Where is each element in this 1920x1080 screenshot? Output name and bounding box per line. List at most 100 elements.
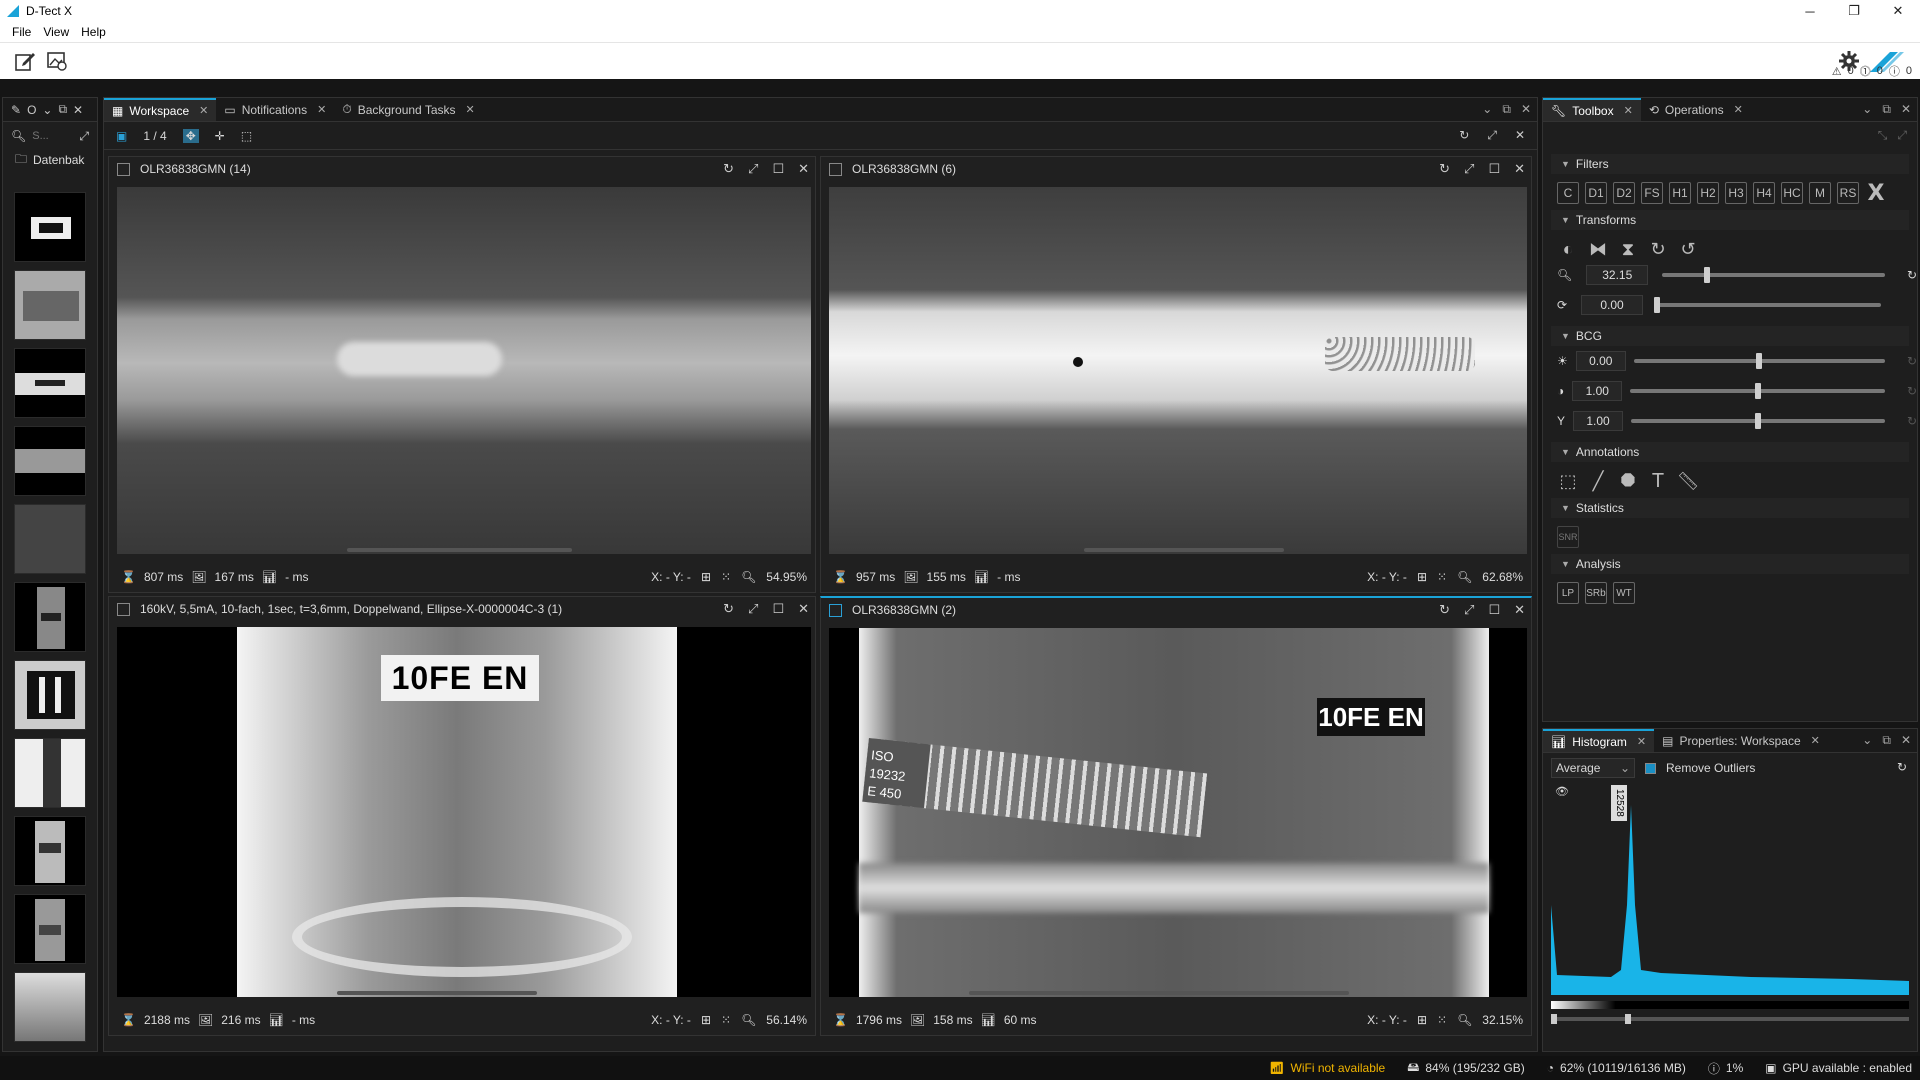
histogram-range-knob[interactable] xyxy=(1625,1014,1631,1024)
close-icon[interactable]: ✕ xyxy=(1734,103,1743,116)
rectangle-tool-icon[interactable]: ⬚ xyxy=(1557,470,1579,492)
close-icon[interactable]: ✕ xyxy=(466,103,475,116)
filter-c-button[interactable]: C xyxy=(1557,182,1579,204)
reset-icon[interactable]: ↻ xyxy=(1897,760,1907,774)
dots-grid-icon[interactable]: ⁙ xyxy=(721,570,731,584)
fit-icon[interactable]: ⤢ xyxy=(748,161,758,177)
close-icon[interactable]: ✕ xyxy=(1637,735,1646,748)
filter-h4-button[interactable]: H4 xyxy=(1753,182,1775,204)
tab-background-tasks[interactable]: ⏱ Background Tasks ✕ xyxy=(334,98,482,121)
rotate-ccw-icon[interactable]: ↺ xyxy=(1677,238,1699,260)
filter-rs-button[interactable]: RS xyxy=(1837,182,1859,204)
reset-icon[interactable]: ↻ xyxy=(723,161,734,177)
polygon-tool-icon[interactable]: ⯃ xyxy=(1617,470,1639,492)
line-tool-icon[interactable]: ╱ xyxy=(1587,470,1609,492)
popout-icon[interactable]: ⧉ xyxy=(1502,102,1511,117)
tab-properties[interactable]: ▤ Properties: Workspace ✕ xyxy=(1654,729,1828,752)
snr-button[interactable]: SNR xyxy=(1557,526,1579,548)
menu-file[interactable]: File xyxy=(6,25,37,39)
expand-icon[interactable]: ⤢ xyxy=(79,129,89,144)
collapse-icon[interactable]: ⤡ xyxy=(1878,128,1888,148)
analysis-lp-button[interactable]: LP xyxy=(1557,582,1579,604)
viewer-select-checkbox[interactable] xyxy=(117,602,130,616)
chevron-down-icon[interactable]: ⌄ xyxy=(1482,102,1492,117)
close-icon[interactable]: ✕ xyxy=(1514,602,1525,618)
close-icon[interactable]: ✕ xyxy=(1624,104,1633,117)
thumbnail-8[interactable] xyxy=(14,738,86,808)
close-icon[interactable]: ✕ xyxy=(1515,128,1525,143)
radiograph-image[interactable] xyxy=(829,187,1527,554)
rotate-cw-icon[interactable]: ↻ xyxy=(1647,238,1669,260)
pan-tool-icon[interactable]: ✛ xyxy=(215,129,225,143)
reset-icon[interactable]: ↻ xyxy=(1907,384,1917,398)
maximize-icon[interactable]: ☐ xyxy=(772,601,784,617)
analysis-section-header[interactable]: ▼ Analysis xyxy=(1551,554,1909,574)
thumbnail-10[interactable] xyxy=(14,894,86,964)
grid-icon[interactable]: ⊞ xyxy=(701,570,711,584)
viewer-select-checkbox[interactable] xyxy=(117,162,130,176)
menu-help[interactable]: Help xyxy=(75,25,112,39)
close-icon[interactable]: ✕ xyxy=(1901,733,1911,748)
filter-h1-button[interactable]: H1 xyxy=(1669,182,1691,204)
reset-icon[interactable]: ↻ xyxy=(1907,354,1917,368)
chevron-down-icon[interactable]: ⌄ xyxy=(1862,102,1872,117)
chevron-down-icon[interactable]: ⌄ xyxy=(42,103,52,117)
viewer-select-checkbox[interactable] xyxy=(829,162,842,176)
image-browser-tab[interactable]: ✎ O ⌄ ⧉ ✕ xyxy=(3,98,91,121)
close-icon[interactable]: ✕ xyxy=(1901,102,1911,117)
dots-grid-icon[interactable]: ⁙ xyxy=(1437,570,1447,584)
histogram-range-slider[interactable] xyxy=(1551,1014,1909,1024)
thumbnail-9[interactable] xyxy=(14,816,86,886)
tab-operations[interactable]: ⟲ Operations ✕ xyxy=(1641,98,1751,121)
filter-h3-button[interactable]: H3 xyxy=(1725,182,1747,204)
fit-icon[interactable]: ⤢ xyxy=(1464,161,1474,177)
radiograph-image[interactable]: 10FE EN ISO 19232 E 450 xyxy=(829,628,1527,997)
brightness-slider[interactable] xyxy=(1633,353,1885,369)
histogram-range-knob[interactable] xyxy=(1551,1014,1557,1024)
close-window-button[interactable]: ✕ xyxy=(1876,0,1920,22)
thumbnail-5[interactable] xyxy=(14,504,86,574)
remove-outliers-checkbox[interactable] xyxy=(1645,762,1656,774)
thumbnail-1[interactable] xyxy=(14,192,86,262)
tab-toolbox[interactable]: 🔧︎ Toolbox ✕ xyxy=(1543,98,1641,121)
expand-icon[interactable]: ⤢ xyxy=(1897,128,1907,148)
minimize-button[interactable]: ─ xyxy=(1788,0,1832,22)
filter-d2-button[interactable]: D2 xyxy=(1613,182,1635,204)
tab-workspace[interactable]: ▦ Workspace ✕ xyxy=(104,98,217,121)
rotation-input[interactable]: 0.00 xyxy=(1581,295,1644,315)
close-icon[interactable]: ✕ xyxy=(1811,734,1820,747)
close-icon[interactable]: ✕ xyxy=(317,103,326,116)
viewer-1[interactable]: OLR36838GMN (14) ↻ ⤢ ☐ ✕ ⌛ 807 ms 🖼︎ 167 ms 📊… xyxy=(108,156,816,593)
popout-icon[interactable]: ⧉ xyxy=(1882,733,1891,748)
close-icon[interactable]: ✕ xyxy=(199,104,208,117)
gamma-input[interactable]: 1.00 xyxy=(1573,411,1624,431)
viewer-4[interactable]: OLR36838GMN (2) ↻ ⤢ ☐ ✕ 10FE EN ISO 19232 E … xyxy=(820,596,1532,1036)
bcg-section-header[interactable]: ▼ BCG xyxy=(1551,326,1909,346)
image-report-button[interactable] xyxy=(44,48,70,74)
horizontal-scrollbar[interactable] xyxy=(969,991,1349,995)
grid-icon[interactable]: ⊞ xyxy=(1417,1013,1427,1027)
thumbnail-6[interactable] xyxy=(14,582,86,652)
thumbnail-2[interactable] xyxy=(14,270,86,340)
radiograph-image[interactable]: 10FE EN xyxy=(117,627,811,997)
roi-tool-icon[interactable]: ⬚ xyxy=(241,129,252,143)
reset-icon[interactable]: ↻ xyxy=(1439,602,1450,618)
fit-icon[interactable]: ⤢ xyxy=(1464,602,1474,618)
close-icon[interactable]: ✕ xyxy=(73,103,83,117)
error-icon[interactable]: ⓵ xyxy=(1860,63,1871,79)
horizontal-scrollbar[interactable] xyxy=(1084,548,1284,552)
popout-icon[interactable]: ⧉ xyxy=(58,102,67,117)
brightness-input[interactable]: 0.00 xyxy=(1575,351,1626,371)
transforms-section-header[interactable]: ▼ Transforms xyxy=(1551,210,1909,230)
reset-icon[interactable]: ↻ xyxy=(723,601,734,617)
dots-grid-icon[interactable]: ⁙ xyxy=(721,1013,731,1027)
zoom-slider-knob[interactable] xyxy=(1703,267,1710,283)
contrast-slider-knob[interactable] xyxy=(1754,383,1761,399)
reset-icon[interactable]: ↻ xyxy=(1907,268,1917,282)
radiograph-image[interactable] xyxy=(117,187,811,554)
zoom-slider[interactable] xyxy=(1662,267,1885,283)
close-icon[interactable]: ✕ xyxy=(798,601,809,617)
filter-h2-button[interactable]: H2 xyxy=(1697,182,1719,204)
gamma-slider-knob[interactable] xyxy=(1754,413,1761,429)
info-icon[interactable]: ⓘ xyxy=(1889,63,1900,79)
